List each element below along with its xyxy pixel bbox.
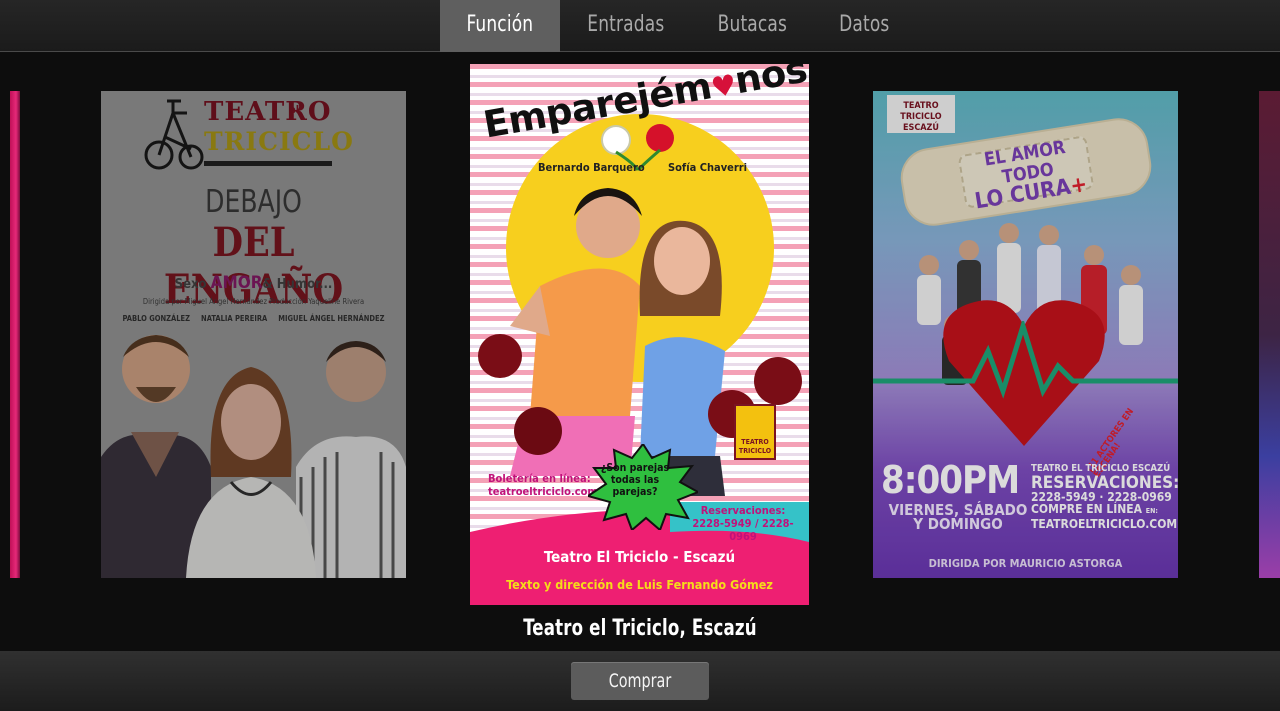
poster-direction: Texto y dirección de Luis Fernando Gómez — [506, 577, 773, 592]
poster-carousel: TEATRO el TRICICLO DEBAJO DEL ENGAÑO Sex… — [0, 53, 1280, 651]
selected-venue-caption: Teatro el Triciclo, Escazú — [523, 616, 757, 641]
tab-list: Función Entradas Butacas Datos — [440, 0, 915, 52]
boleteria-line2: teatroeltriciclo.com — [488, 485, 598, 498]
cast-name: MIGUEL ÁNGEL HERNÁNDEZ — [278, 314, 385, 323]
logo-el: el — [289, 103, 300, 116]
heartbeat-line-icon — [873, 321, 1178, 399]
poster-edge-right[interactable] — [1259, 91, 1280, 578]
actor-name-right: Sofía Chaverri — [668, 161, 748, 174]
tab-label: Datos — [839, 12, 890, 37]
reserv-line1: Reservaciones: — [700, 504, 786, 517]
reservaciones-text: Reservaciones: 2228-5949 / 2228-0969 — [682, 504, 804, 543]
footer-bar: Comprar Entradas — [0, 651, 1280, 711]
buy-tickets-button[interactable]: Comprar Entradas — [571, 662, 709, 711]
tab-funcion[interactable]: Función — [440, 0, 560, 52]
mini-logo-line2: TRICICLO — [738, 447, 772, 455]
logo-underline — [204, 161, 332, 166]
poster-title-line1: DEBAJO — [205, 184, 302, 220]
tab-label: Butacas — [718, 12, 788, 37]
days-line2: Y DOMINGO — [913, 515, 1003, 533]
info-compre-label: COMPRE EN LÍNEA — [1031, 502, 1143, 516]
boleteria-text: Boletería en línea: teatroeltriciclo.com — [488, 472, 598, 498]
poster-el-amor-todo-lo-cura[interactable]: TEATRO TRICICLO ESCAZÚ EL AMOR TODO LO C… — [873, 91, 1178, 578]
boleteria-line1: Boletería en línea: — [488, 472, 591, 485]
tagline-humor: & Humor... — [262, 277, 333, 292]
burst-line2: todas las — [610, 474, 660, 486]
actor-name-left: Bernardo Barquero — [538, 161, 645, 174]
info-url: TEATROELTRICICLO.COM — [1031, 517, 1178, 531]
reserv-line2: 2228-5949 / 2228-0969 — [692, 517, 794, 543]
poster-venue: Teatro El Triciclo - Escazú — [543, 548, 736, 566]
poster-edge-left[interactable] — [10, 91, 20, 578]
tagline-sexo: Sexo — [174, 277, 207, 292]
poster-emparejemonos[interactable]: Emparejém♥nos Bernardo Barquero Sofía Ch… — [470, 64, 809, 605]
top-tab-bar: Función Entradas Butacas Datos — [0, 0, 1280, 52]
buy-tickets-label: Comprar Entradas — [608, 670, 672, 711]
plus-icon: + — [1068, 172, 1089, 200]
mini-logo-line1: TEATRO — [741, 438, 769, 446]
show-days: VIERNES, SÁBADO Y DOMINGO — [883, 503, 1033, 533]
tab-datos[interactable]: Datos — [814, 0, 915, 52]
info-compre: COMPRE EN LÍNEA EN: — [1031, 503, 1173, 518]
cast-name: PABLO GONZÁLEZ — [122, 314, 191, 323]
show-time: 8:00PM — [881, 458, 1020, 502]
title-part2: nos — [731, 64, 809, 103]
theatre-logo: TEATRO TRICICLO ESCAZÚ — [887, 95, 955, 133]
show-info: TEATRO EL TRICICLO ESCAZÚ RESERVACIONES:… — [1031, 463, 1178, 531]
logo-teatro: TEATRO — [204, 97, 332, 127]
tab-label: Función — [466, 12, 534, 37]
theatre-mini-logo: TEATRO TRICICLO — [734, 404, 776, 460]
poster-cast: PABLO GONZÁLEZ NATALIA PEREIRA MIGUEL ÁN… — [101, 314, 406, 323]
info-reservaciones: RESERVACIONES: — [1031, 473, 1178, 493]
info-compre-en: EN: — [1145, 507, 1158, 515]
burst-text: ¿Son parejas todas las parejas? — [596, 462, 674, 498]
tab-label: Entradas — [586, 12, 665, 37]
burst-line3: parejas? — [612, 486, 658, 498]
tagline-amor: AMOR — [210, 273, 263, 293]
tab-entradas[interactable]: Entradas — [560, 0, 692, 52]
burst-line1: ¿Son parejas — [600, 462, 670, 474]
poster-actors-photo — [101, 335, 406, 578]
poster-director: DIRIGIDA POR MAURICIO ASTORGA — [928, 557, 1123, 570]
tab-butacas[interactable]: Butacas — [691, 0, 814, 52]
tricycle-logo-icon — [144, 99, 204, 170]
poster-debajo-del-engano[interactable]: TEATRO el TRICICLO DEBAJO DEL ENGAÑO Sex… — [101, 91, 406, 578]
cast-name: NATALIA PEREIRA — [201, 314, 268, 323]
poster-tagline: Sexo AMOR& Humor... — [101, 273, 406, 293]
poster-credits: Dirigida por Miguel Ángel Hernández Prod… — [142, 297, 365, 306]
logo-triciclo: TRICICLO — [204, 127, 354, 156]
